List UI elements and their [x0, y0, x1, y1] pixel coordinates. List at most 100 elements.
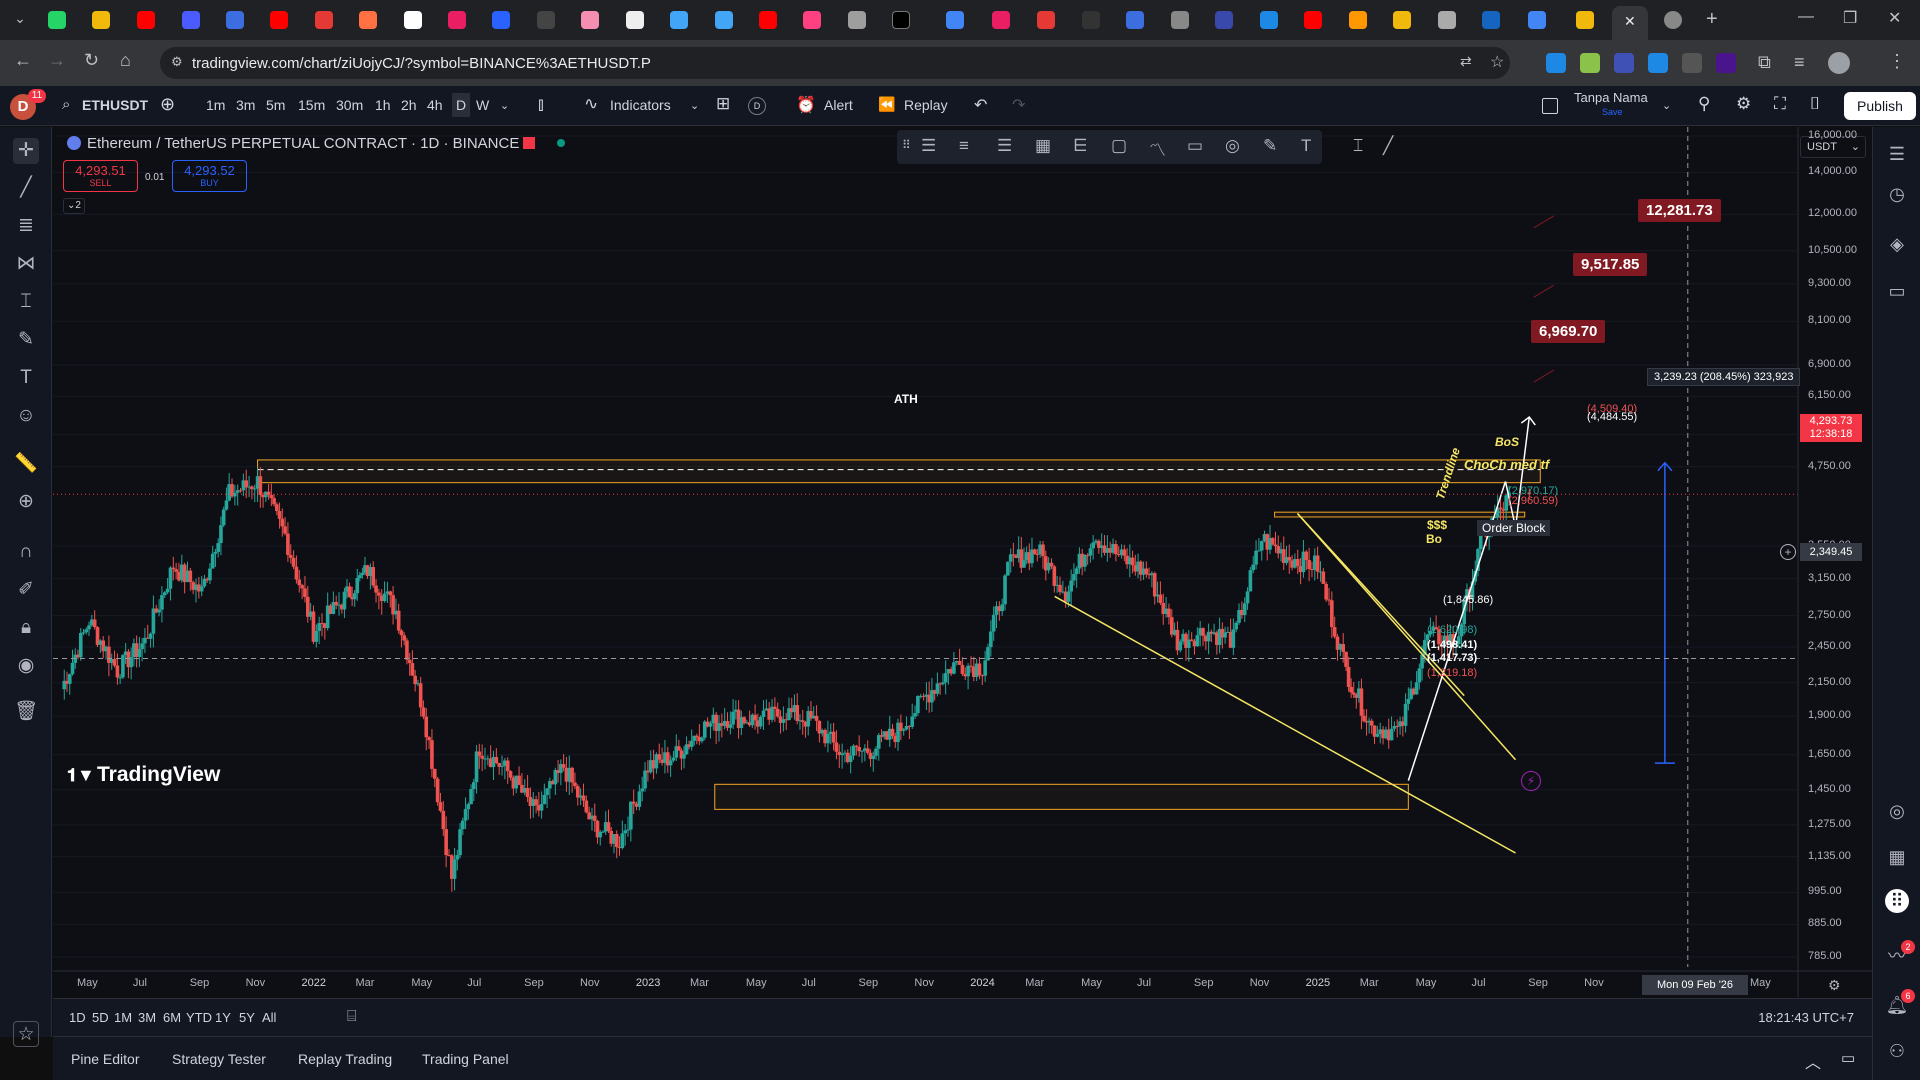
profile-avatar[interactable]	[1828, 52, 1850, 74]
trendline-tool-icon[interactable]: ╱	[13, 175, 39, 201]
replay-rewind-icon[interactable]: ⏪	[878, 96, 895, 113]
path-icon[interactable]: 〽	[1149, 136, 1166, 161]
settings-gear-icon[interactable]: ⚙	[1736, 94, 1751, 114]
indicators-icon[interactable]: ∿	[584, 94, 598, 114]
lock-icon[interactable]: 🔒︎	[13, 615, 39, 641]
extension-icon[interactable]	[1682, 53, 1702, 73]
level-label[interactable]: (1,219.18)	[1427, 667, 1477, 679]
text-icon[interactable]: T	[1301, 136, 1311, 156]
target-badge-6969[interactable]: 6,969.70	[1531, 320, 1606, 343]
d-badge[interactable]: D	[748, 97, 766, 115]
brush-tool-icon[interactable]: ✎	[13, 327, 39, 353]
add-alert-plus-icon[interactable]: +	[1780, 544, 1796, 560]
level-label[interactable]: (1,845.86)	[1443, 594, 1493, 606]
chat-icon[interactable]: ▭	[1885, 279, 1909, 303]
interval-4h[interactable]: 4h	[427, 97, 443, 113]
interval-5m[interactable]: 5m	[266, 97, 285, 113]
replay-button[interactable]: Replay	[904, 97, 948, 113]
window-minimize-button[interactable]: —	[1798, 8, 1814, 26]
redo-icon[interactable]: ↷	[1012, 95, 1025, 115]
tab-favicon-app[interactable]	[1082, 11, 1100, 29]
lightning-icon[interactable]: ⚡︎	[1521, 771, 1541, 791]
bo-label[interactable]: Bo	[1426, 532, 1442, 546]
interval-2h[interactable]: 2h	[401, 97, 417, 113]
target-badge-12281[interactable]: 12,281.73	[1638, 199, 1721, 222]
undo-icon[interactable]: ↶	[974, 95, 987, 115]
tab-favicon-app[interactable]	[626, 11, 644, 29]
browser-menu-icon[interactable]: ⋮	[1888, 51, 1906, 72]
indicators-button[interactable]: Indicators	[610, 97, 671, 113]
range-ytd[interactable]: YTD	[186, 1010, 212, 1025]
interval-w[interactable]: W	[476, 97, 489, 113]
maximize-panel-icon[interactable]: ▭	[1841, 1049, 1855, 1067]
window-close-button[interactable]: ✕	[1888, 8, 1901, 28]
text-tool-icon[interactable]: T	[13, 365, 39, 391]
tab-favicon-youtube[interactable]	[270, 11, 288, 29]
extension-icon[interactable]	[1648, 53, 1668, 73]
collapse-panel-chevron-up-icon[interactable]: ︿	[1805, 1049, 1821, 1073]
flag-icon[interactable]	[523, 137, 535, 149]
tab-favicon-app[interactable]	[581, 11, 599, 29]
range-6m[interactable]: 6M	[163, 1010, 181, 1025]
chart-pane[interactable]: Ethereum / TetherUS PERPETUAL CONTRACT ·…	[53, 127, 1872, 997]
layout-name[interactable]: Tanpa Nama	[1574, 90, 1648, 105]
chart-title[interactable]: Ethereum / TetherUS PERPETUAL CONTRACT ·…	[87, 135, 519, 152]
price-range-icon[interactable]: ⌶	[1353, 136, 1363, 156]
circle-icon[interactable]: ◎	[1225, 136, 1240, 156]
tab-favicon-app[interactable]	[226, 11, 244, 29]
interval-1m[interactable]: 1m	[206, 97, 225, 113]
measure-label[interactable]: 3,239.23 (208.45%) 323,923	[1647, 368, 1801, 386]
target-badge-9517[interactable]: 9,517.85	[1573, 253, 1648, 276]
chart-type-candles-icon[interactable]: ⫾	[538, 94, 544, 115]
level-label[interactable]: (1,498.41)	[1427, 639, 1477, 651]
indicator-templates-chevron-down-icon[interactable]: ⌄	[690, 99, 699, 112]
layout-checkbox-icon[interactable]	[1542, 98, 1558, 114]
range-all[interactable]: All	[262, 1010, 276, 1025]
indicators-collapse-button[interactable]: ⌄2	[63, 198, 85, 214]
rectangle-icon[interactable]: ▢	[1111, 136, 1127, 156]
site-info-icon[interactable]: ⚙	[171, 54, 183, 70]
interval-dropdown-chevron-down-icon[interactable]: ⌄	[500, 99, 509, 112]
fib-fan-icon[interactable]: ⋿	[1073, 136, 1088, 156]
reload-icon[interactable]: ↻	[84, 50, 99, 71]
liquidity-label[interactable]: $$$	[1427, 518, 1447, 532]
favorites-star-icon[interactable]: ☆	[13, 1021, 39, 1047]
tab-favicon-app[interactable]	[1171, 11, 1189, 29]
range-3m[interactable]: 3M	[138, 1010, 156, 1025]
trash-icon[interactable]: 🗑︎	[13, 699, 39, 725]
help-icon[interactable]: ⚇	[1885, 1039, 1909, 1063]
tab-favicon-app[interactable]	[404, 11, 422, 29]
extension-icon[interactable]	[1580, 53, 1600, 73]
range-1m[interactable]: 1M	[114, 1010, 132, 1025]
measure-ruler-icon[interactable]: 📏	[13, 451, 39, 477]
tab-favicon-app[interactable]	[448, 11, 466, 29]
level-label[interactable]: (1,620.98)	[1427, 624, 1477, 636]
tab-favicon-app[interactable]	[992, 11, 1010, 29]
order-block-label[interactable]: Order Block	[1477, 520, 1551, 536]
layers-icon[interactable]: ◈	[1885, 232, 1909, 256]
tradingview-watermark[interactable]: 𝟏▼ TradingView	[67, 763, 220, 787]
tab-favicon-youtube[interactable]	[137, 11, 155, 29]
interval-1h[interactable]: 1h	[375, 97, 391, 113]
visibility-eye-icon[interactable]: ◉	[13, 653, 39, 679]
bookmark-star-icon[interactable]: ☆	[1490, 52, 1504, 72]
tab-list-dropdown[interactable]: ⌄	[8, 10, 32, 30]
tab-favicon-whatsapp[interactable]	[48, 11, 66, 29]
drag-handle-icon[interactable]: ⠿	[902, 138, 911, 152]
level-label[interactable]: (4,484.55)	[1587, 411, 1637, 423]
tab-favicon-app[interactable]	[492, 11, 510, 29]
interval-30m[interactable]: 30m	[336, 97, 363, 113]
bos-label[interactable]: BoS	[1495, 435, 1519, 449]
stay-in-drawing-mode-icon[interactable]: ✐	[13, 577, 39, 603]
calendar-icon[interactable]: ▦	[1885, 845, 1909, 869]
layout-menu-chevron-down-icon[interactable]: ⌄	[1662, 99, 1671, 112]
tab-favicon-binance[interactable]	[1576, 11, 1594, 29]
ath-label[interactable]: ATH	[894, 392, 918, 406]
close-icon[interactable]: ✕	[1624, 13, 1636, 30]
tab-favicon-app[interactable]	[315, 11, 333, 29]
media-icon[interactable]: ≡	[1794, 52, 1805, 73]
interval-3m[interactable]: 3m	[236, 97, 255, 113]
quick-search-icon[interactable]: ⚲	[1698, 94, 1710, 114]
layout-save-label[interactable]: Save	[1602, 107, 1623, 117]
interval-d-active[interactable]: D	[452, 93, 471, 117]
